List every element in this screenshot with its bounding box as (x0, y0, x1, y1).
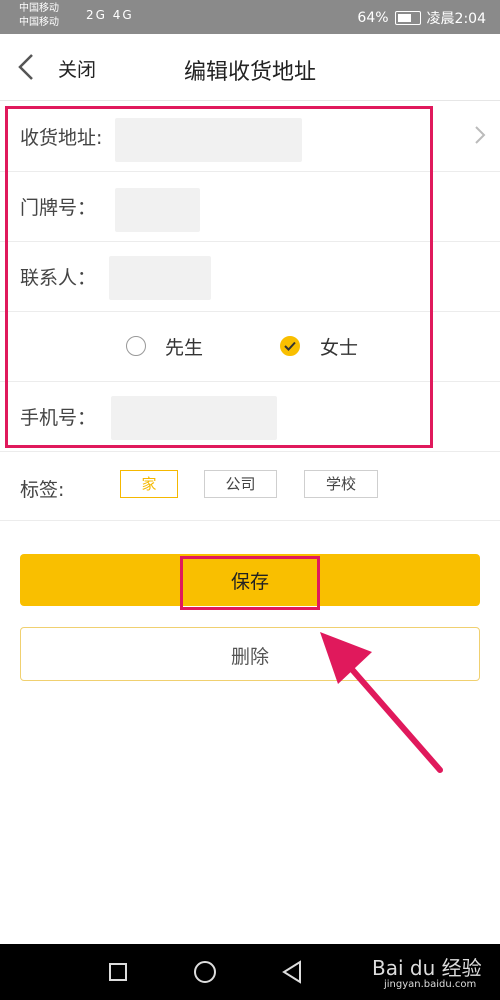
save-highlight-box (180, 556, 320, 610)
header: 关闭 编辑收货地址 (0, 34, 500, 101)
tag-home[interactable]: 家 (120, 470, 178, 498)
carrier-1: 中国移动 (19, 3, 59, 14)
recents-icon[interactable] (109, 963, 127, 981)
back-triangle-icon[interactable] (281, 960, 303, 984)
tag-school[interactable]: 学校 (304, 470, 378, 498)
page-title: 编辑收货地址 (183, 60, 316, 85)
battery-icon (394, 11, 421, 25)
tag-company[interactable]: 公司 (204, 470, 277, 498)
form-highlight-box (5, 106, 433, 448)
tags-label: 标签: (20, 479, 65, 501)
chevron-right-icon (475, 126, 486, 144)
baidu-watermark: Bai du 经验 jingyan.baidu.com (372, 952, 482, 990)
signal-icons: 2G 4G (86, 8, 134, 22)
pointer-arrow-icon (320, 632, 443, 773)
carrier-info: 中国移动 中国移动 (19, 2, 59, 30)
watermark-site: jingyan.baidu.com (384, 979, 477, 990)
watermark-brand: Bai du 经验 (372, 956, 482, 980)
clock: 凌晨2:04 (426, 11, 486, 27)
home-icon[interactable] (194, 961, 216, 983)
status-bar: 中国移动 中国移动 2G 4G 64% 凌晨2:04 (0, 0, 500, 34)
carrier-2: 中国移动 (19, 17, 59, 28)
battery-percent: 64% (357, 10, 389, 26)
status-right: 64% 凌晨2:04 (357, 8, 486, 28)
